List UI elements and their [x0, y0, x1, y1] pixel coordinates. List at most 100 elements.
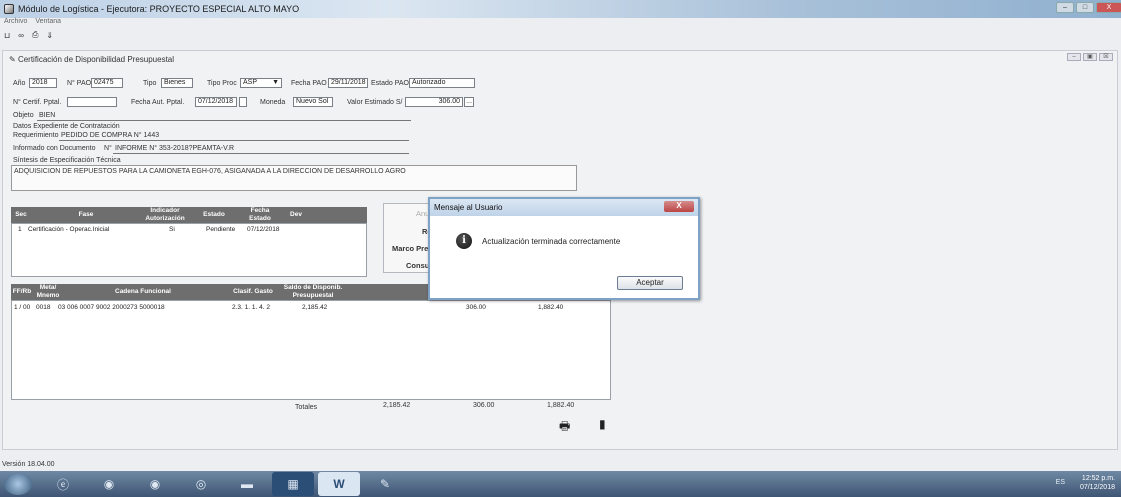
requerimiento-value: PEDIDO DE COMPRA N° 1443 — [61, 132, 160, 139]
sintesis-label: Síntesis de Especificación Técnica — [13, 157, 121, 164]
fechapao-field[interactable]: 29/11/2018 — [328, 78, 368, 88]
print-icon[interactable]: 🖶 — [559, 417, 570, 438]
tipo-label: Tipo — [143, 80, 157, 87]
header-fase: Fase — [78, 211, 94, 218]
form-minimize-button[interactable]: – — [1067, 53, 1081, 61]
cadena-grid-body: 1 / 00 0018 03 006 0007 9002 2000273 500… — [11, 300, 611, 400]
header-indicador: Indicador Autorización — [145, 207, 185, 222]
header-estado: Estado — [203, 211, 225, 218]
moneda-field[interactable]: Nuevo Sol — [293, 97, 333, 107]
chart-icon[interactable]: ⊔ — [4, 31, 10, 40]
datos-label: Datos Expediente de Contratación — [13, 123, 120, 130]
word-icon[interactable]: W — [318, 472, 360, 496]
fase-grid-header: Sec Fase Indicador Autorización Estado F… — [11, 207, 367, 223]
header-meta: Meta/ Mnemo — [36, 284, 60, 299]
sintesis-box[interactable]: ADQUISICION DE REPUESTOS PARA LA CAMIONE… — [11, 165, 577, 191]
toolbar: ⊔ ∞ ⎙ ⇓ — [4, 29, 53, 41]
close-button[interactable]: X — [1096, 2, 1121, 13]
dialog-message: Actualización terminada correctamente — [482, 237, 621, 246]
version-label: Versión 18.04.00 — [2, 461, 55, 468]
header-fecha-estado: Fecha Estado — [249, 207, 271, 222]
clock-date: 07/12/2018 — [1079, 484, 1115, 491]
header-ff-rb: FF/Rb — [12, 288, 32, 295]
siga-app-icon[interactable]: ▦ — [272, 472, 314, 496]
clock[interactable]: 12:52 p.m. 07/12/2018 — [1080, 474, 1115, 492]
dialog-close-button[interactable]: X — [664, 201, 694, 212]
start-orb-icon[interactable] — [4, 473, 32, 495]
download-icon[interactable]: ⇓ — [46, 31, 53, 40]
maximize-button[interactable]: □ — [1076, 2, 1094, 13]
folder-icon[interactable]: ▬ — [226, 472, 268, 496]
window-titlebar: Módulo de Logística - Ejecutora: PROYECT… — [0, 0, 1121, 18]
estadopao-label: Estado PAO — [371, 80, 410, 87]
pen-app-icon[interactable]: ✎ — [364, 472, 406, 496]
estadopao-field[interactable]: Autorizado — [409, 78, 475, 88]
tipo-field[interactable]: Bienes — [161, 78, 193, 88]
cell-estado: Pendiente — [206, 226, 236, 233]
valor-label: Valor Estimado S/ — [347, 99, 403, 106]
info-icon: i — [456, 233, 472, 249]
anio-field[interactable]: 2018 — [29, 78, 57, 88]
minimize-button[interactable]: – — [1056, 2, 1074, 13]
ncert-label: N° Certif. Pptal. — [13, 99, 62, 106]
window-title: Módulo de Logística - Ejecutora: PROYECT… — [18, 4, 300, 14]
informado-value: INFORME N° 353-2018?PEAMTA-V.R — [115, 145, 235, 152]
print-icon[interactable]: ⎙ — [32, 30, 38, 40]
valor-field[interactable]: 306.00 — [405, 97, 463, 107]
tipoproc-label: Tipo Proc — [207, 80, 237, 87]
valor-lookup-button[interactable]: ... — [464, 97, 474, 107]
header-cadena: Cadena Funcional — [115, 288, 171, 295]
exit-door-icon[interactable]: ▮ — [599, 417, 606, 431]
informado-underline — [113, 153, 409, 154]
taskbar: ⓔ ◉ ◉ ◎ ▬ ▦ W ✎ ES 12:52 p.m. 07/12/2018 — [0, 471, 1121, 497]
cell-meta: 0018 — [36, 304, 51, 311]
dialog-body: i Actualización terminada correctamente … — [430, 216, 698, 298]
clock-time: 12:52 p.m. — [1081, 475, 1115, 482]
form-restore-button[interactable]: ▣ — [1083, 53, 1097, 61]
informado-label: Informado con Documento — [13, 145, 96, 152]
link-icon[interactable]: ∞ — [18, 31, 24, 40]
message-dialog: Mensaje al Usuario X i Actualización ter… — [428, 197, 700, 300]
cell-sec: 1 — [18, 226, 22, 233]
tipoproc-select[interactable]: ASP ▼ — [240, 78, 282, 88]
form-close-button[interactable]: ☒ — [1099, 53, 1113, 61]
accept-button[interactable]: Aceptar — [617, 276, 683, 290]
ncert-field[interactable] — [67, 97, 117, 107]
header-saldo: Saldo de Disponib. Presupuestal — [283, 284, 343, 299]
tray-lang[interactable]: ES — [1056, 479, 1065, 486]
table-row[interactable]: 1 / 00 0018 03 006 0007 9002 2000273 500… — [12, 304, 608, 313]
media-icon[interactable]: ◎ — [180, 472, 222, 496]
fechaaut-field[interactable]: 07/12/2018 — [195, 97, 237, 107]
header-clasif: Clasif. Gasto — [233, 288, 273, 295]
total-col6: 306.00 — [473, 402, 495, 409]
app-icon — [4, 4, 14, 14]
cell-col6: 306.00 — [466, 304, 486, 311]
fechaaut-picker[interactable] — [239, 97, 247, 107]
cell-saldo: 2,185.42 — [302, 304, 328, 311]
marco-presupuestal-button[interactable]: Marco Pre — [392, 244, 428, 253]
consultar-button[interactable]: Consu — [406, 261, 429, 270]
fechapao-label: Fecha PAO — [291, 80, 327, 87]
total-saldo: 2,185.42 — [383, 402, 411, 409]
table-row[interactable]: 1 Certificación - Operac.Inicial Si Pend… — [16, 226, 366, 235]
menu-archivo[interactable]: Archivo — [4, 18, 27, 28]
menu-ventana[interactable]: Ventana — [35, 18, 61, 28]
form-title: ✎ Certificación de Disponibilidad Presup… — [9, 55, 175, 64]
informado-n-label: N° — [104, 145, 112, 152]
cell-fecha: 07/12/2018 — [247, 226, 280, 233]
totals-label: Totales — [295, 404, 318, 411]
npao-field[interactable]: 02475 — [91, 78, 123, 88]
chrome-icon-2[interactable]: ◉ — [134, 472, 176, 496]
objeto-underline — [37, 120, 411, 121]
objeto-value: BIEN — [39, 112, 56, 119]
ie-icon[interactable]: ⓔ — [42, 472, 84, 496]
requerimiento-label: Requerimiento — [13, 132, 59, 139]
chevron-down-icon[interactable]: ▼ — [272, 79, 279, 87]
npao-label: N° PAO — [67, 80, 92, 87]
sintesis-value: ADQUISICION DE REPUESTOS PARA LA CAMIONE… — [14, 168, 406, 175]
cell-clasif: 2.3. 1. 1. 4. 2 — [232, 304, 270, 311]
objeto-label: Objeto — [13, 112, 34, 119]
chrome-icon[interactable]: ◉ — [88, 472, 130, 496]
cell-indicador: Si — [169, 226, 175, 233]
total-col7: 1,882.40 — [547, 402, 575, 409]
